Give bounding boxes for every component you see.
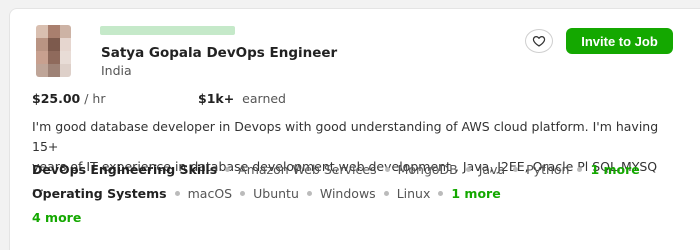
avatar[interactable] [36, 25, 71, 77]
earned-label: earned [242, 91, 286, 106]
separator-dot [306, 191, 312, 196]
separator-dot [240, 191, 246, 196]
save-freelancer-button[interactable] [525, 29, 553, 53]
rate-amount: $25.00 [32, 91, 81, 106]
skill-tag[interactable]: Linux [397, 186, 431, 201]
skill-tag[interactable]: Java [479, 162, 505, 177]
more-skill-groups-link[interactable]: 4 more [32, 210, 81, 225]
freelancer-description[interactable]: I'm good database developer in Devops wi… [32, 117, 672, 197]
more-skills-link[interactable]: 1 more [451, 186, 500, 201]
skill-category: Operating Systems [32, 186, 167, 201]
skill-tag[interactable]: macOS [188, 186, 232, 201]
description-line: I'm good database developer in Devops wi… [32, 119, 659, 154]
separator-dot [225, 167, 231, 172]
skill-tag[interactable]: Amazon Web Services [238, 162, 376, 177]
skill-group-os: Operating Systems macOS Ubuntu Windows L… [32, 186, 501, 201]
separator-dot [383, 191, 389, 196]
hourly-rate: $25.00 / hr [32, 91, 105, 106]
name-redacted [100, 26, 235, 35]
skill-group-devops: DevOps Engineering Skills Amazon Web Ser… [32, 162, 640, 177]
rate-unit: / hr [84, 91, 106, 106]
separator-dot [577, 167, 583, 172]
separator-dot [465, 167, 471, 172]
skill-tag[interactable]: Ubuntu [253, 186, 299, 201]
freelancer-title[interactable]: Satya Gopala DevOps Engineer [101, 45, 337, 61]
heart-icon [532, 35, 546, 47]
skill-category: DevOps Engineering Skills [32, 162, 218, 177]
skill-tag[interactable]: Windows [320, 186, 376, 201]
skill-tag[interactable]: Python [526, 162, 569, 177]
more-skills-link[interactable]: 1 more [590, 162, 639, 177]
skill-tag[interactable]: MongoDB [398, 162, 458, 177]
separator-dot [174, 191, 180, 196]
separator-dot [438, 191, 444, 196]
earned-amount: $1k+ [198, 91, 235, 106]
total-earned: $1k+ earned [198, 91, 286, 106]
separator-dot [513, 167, 519, 172]
invite-to-job-button[interactable]: Invite to Job [566, 28, 673, 54]
separator-dot [384, 167, 390, 172]
freelancer-location: India [101, 63, 132, 78]
